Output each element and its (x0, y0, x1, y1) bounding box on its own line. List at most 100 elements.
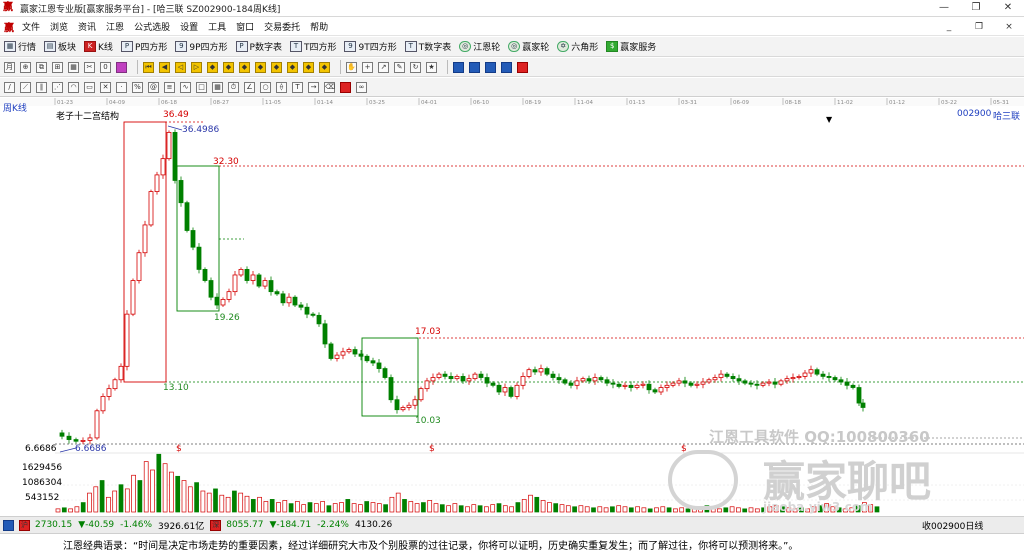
toolbar-service-button[interactable]: $ 赢家服务 (606, 40, 656, 53)
toolbar-p-square-button[interactable]: P P四方形 (120, 40, 167, 53)
first-icon[interactable]: ⏮ (143, 61, 154, 73)
fib-tool-icon[interactable]: ≡ (164, 81, 175, 93)
text-tool-icon[interactable]: T (292, 81, 303, 93)
menu-gann[interactable]: 江恩 (106, 20, 124, 33)
spiral-tool-icon[interactable]: @ (148, 81, 159, 93)
menu-settings[interactable]: 设置 (180, 20, 198, 33)
index-grid-icon[interactable] (3, 519, 14, 531)
kline-chart[interactable]: 01-23 04-09 06-18 08-27 11-05 01-14 03-25 04-01… (0, 98, 1024, 515)
time-tool-icon[interactable]: ⏱ (228, 81, 239, 93)
mdi-restore-button[interactable]: ❐ (964, 18, 994, 36)
diamond-icon[interactable]: ◆ (207, 61, 218, 73)
cycle-tool-icon[interactable]: ○ (260, 81, 271, 93)
color-tool-icon[interactable] (340, 81, 351, 93)
candle-body (322, 323, 328, 345)
menu-file[interactable]: 文件 (22, 20, 40, 33)
diamond7-icon[interactable]: ◆ (303, 61, 314, 73)
candle-body (172, 131, 178, 181)
grid-toggle-icon[interactable]: ▦ (68, 61, 79, 73)
ray-tool-icon[interactable]: ⟋ (20, 81, 31, 93)
diamond8-icon[interactable]: ◆ (319, 61, 330, 73)
volume-bar (376, 503, 382, 513)
candle-body (130, 280, 136, 315)
ruler-icon[interactable]: ⊞ (52, 61, 63, 73)
diamond6-icon[interactable]: ◆ (287, 61, 298, 73)
dot-tool-icon[interactable]: · (116, 81, 127, 93)
toolbar-sector-button[interactable]: ▤ 板块 (44, 40, 76, 53)
play-right-icon[interactable]: ▷ (191, 61, 202, 73)
line-tool-icon[interactable]: / (4, 81, 15, 93)
hand-icon[interactable]: ✋ (346, 61, 357, 73)
arrow-tool-icon[interactable]: → (308, 81, 319, 93)
toolbar-t-number-button[interactable]: T T数字表 (404, 40, 451, 53)
box-tool-icon[interactable]: ▭ (84, 81, 95, 93)
toolbar-winner-wheel-button[interactable]: ◎ 赢家轮 (508, 40, 549, 53)
wave-tool-icon[interactable]: ∿ (180, 81, 191, 93)
volume-bar (143, 461, 149, 513)
toolbar-p-number-button[interactable]: P P数字表 (235, 40, 282, 53)
close-button[interactable]: ✕ (992, 0, 1024, 17)
volume-bar (276, 502, 281, 513)
alert-icon[interactable] (517, 61, 528, 73)
diamond2-icon[interactable]: ◆ (223, 61, 234, 73)
toolbar-gann-wheel-button[interactable]: ◎ 江恩轮 (459, 40, 500, 53)
save-icon[interactable] (453, 61, 464, 73)
fan-tool-icon[interactable]: ⋰ (52, 81, 63, 93)
monitor-icon[interactable] (501, 61, 512, 73)
candle-body (796, 376, 802, 378)
volume-bar (370, 502, 376, 513)
mdi-close-button[interactable]: × (994, 18, 1024, 36)
trend-icon[interactable]: ↗ (378, 61, 389, 73)
diamond4-icon[interactable]: ◆ (255, 61, 266, 73)
channel-tool-icon[interactable]: ∥ (36, 81, 47, 93)
zoom-icon[interactable]: ⊕ (20, 61, 31, 73)
grid-tool-icon[interactable]: ▦ (212, 81, 223, 93)
export-icon[interactable] (485, 61, 496, 73)
volume-bar (250, 499, 256, 513)
gann-fan-icon[interactable]: ⟠ (276, 81, 287, 93)
toolbar-kline-button[interactable]: K K线 (84, 40, 113, 53)
toolbar-hexagon-button[interactable]: ✡ 六角形 (557, 40, 598, 53)
delete-tool-icon[interactable]: ⌫ (324, 81, 335, 93)
menu-formula[interactable]: 公式选股 (134, 20, 170, 33)
square-tool-icon[interactable]: □ (196, 81, 207, 93)
volume-bar (225, 496, 231, 513)
diamond5-icon[interactable]: ◆ (271, 61, 282, 73)
date-tick-label: 05-31 (993, 100, 1009, 106)
arc-tool-icon[interactable]: ◠ (68, 81, 79, 93)
volume-bar (452, 503, 458, 513)
cross-tool-icon[interactable]: ✕ (100, 81, 111, 93)
tag-icon[interactable]: ✎ (394, 61, 405, 73)
toolbar-9t-square-button[interactable]: 9 9T四方形 (344, 40, 397, 53)
refresh-icon[interactable]: ↻ (410, 61, 421, 73)
menu-help[interactable]: 帮助 (310, 20, 328, 33)
zero-icon[interactable]: 0 (100, 61, 111, 73)
play-left-icon[interactable]: ◁ (175, 61, 186, 73)
dropdown-arrow-icon[interactable]: ▼ (826, 115, 832, 124)
star-icon[interactable]: ★ (426, 61, 437, 73)
restore-button[interactable]: ❐ (960, 0, 992, 17)
toolbar-t-square-button[interactable]: T T四方形 (289, 40, 336, 53)
copy-icon[interactable]: ⧉ (36, 61, 47, 73)
menu-trade[interactable]: 交易委托 (264, 20, 300, 33)
diamond3-icon[interactable]: ◆ (239, 61, 250, 73)
percent-tool-icon[interactable]: % (132, 81, 143, 93)
prev-icon[interactable]: ◀ (159, 61, 170, 73)
period-icon[interactable]: 月 (4, 61, 15, 73)
scissors-icon[interactable]: ✂ (84, 61, 95, 73)
angle-tool-icon[interactable]: ∠ (244, 81, 255, 93)
candle-body (436, 373, 442, 378)
menu-tools[interactable]: 工具 (208, 20, 226, 33)
print-icon[interactable] (469, 61, 480, 73)
menu-window[interactable]: 窗口 (236, 20, 254, 33)
toolbar-quotes-button[interactable]: ▦ 行情 (4, 40, 36, 53)
mdi-minimize-button[interactable]: _ (934, 18, 964, 36)
menu-info[interactable]: 资讯 (78, 20, 96, 33)
infinity-icon[interactable]: ∞ (356, 81, 367, 93)
toolbar-9p-square-button[interactable]: 9 9P四方形 (175, 40, 228, 53)
crosshair-icon[interactable]: + (362, 61, 373, 73)
mdi-controls: _ ❐ × (934, 18, 1024, 36)
minimize-button[interactable]: — (928, 0, 960, 17)
menu-browse[interactable]: 浏览 (50, 20, 68, 33)
flag-icon[interactable] (116, 61, 127, 73)
